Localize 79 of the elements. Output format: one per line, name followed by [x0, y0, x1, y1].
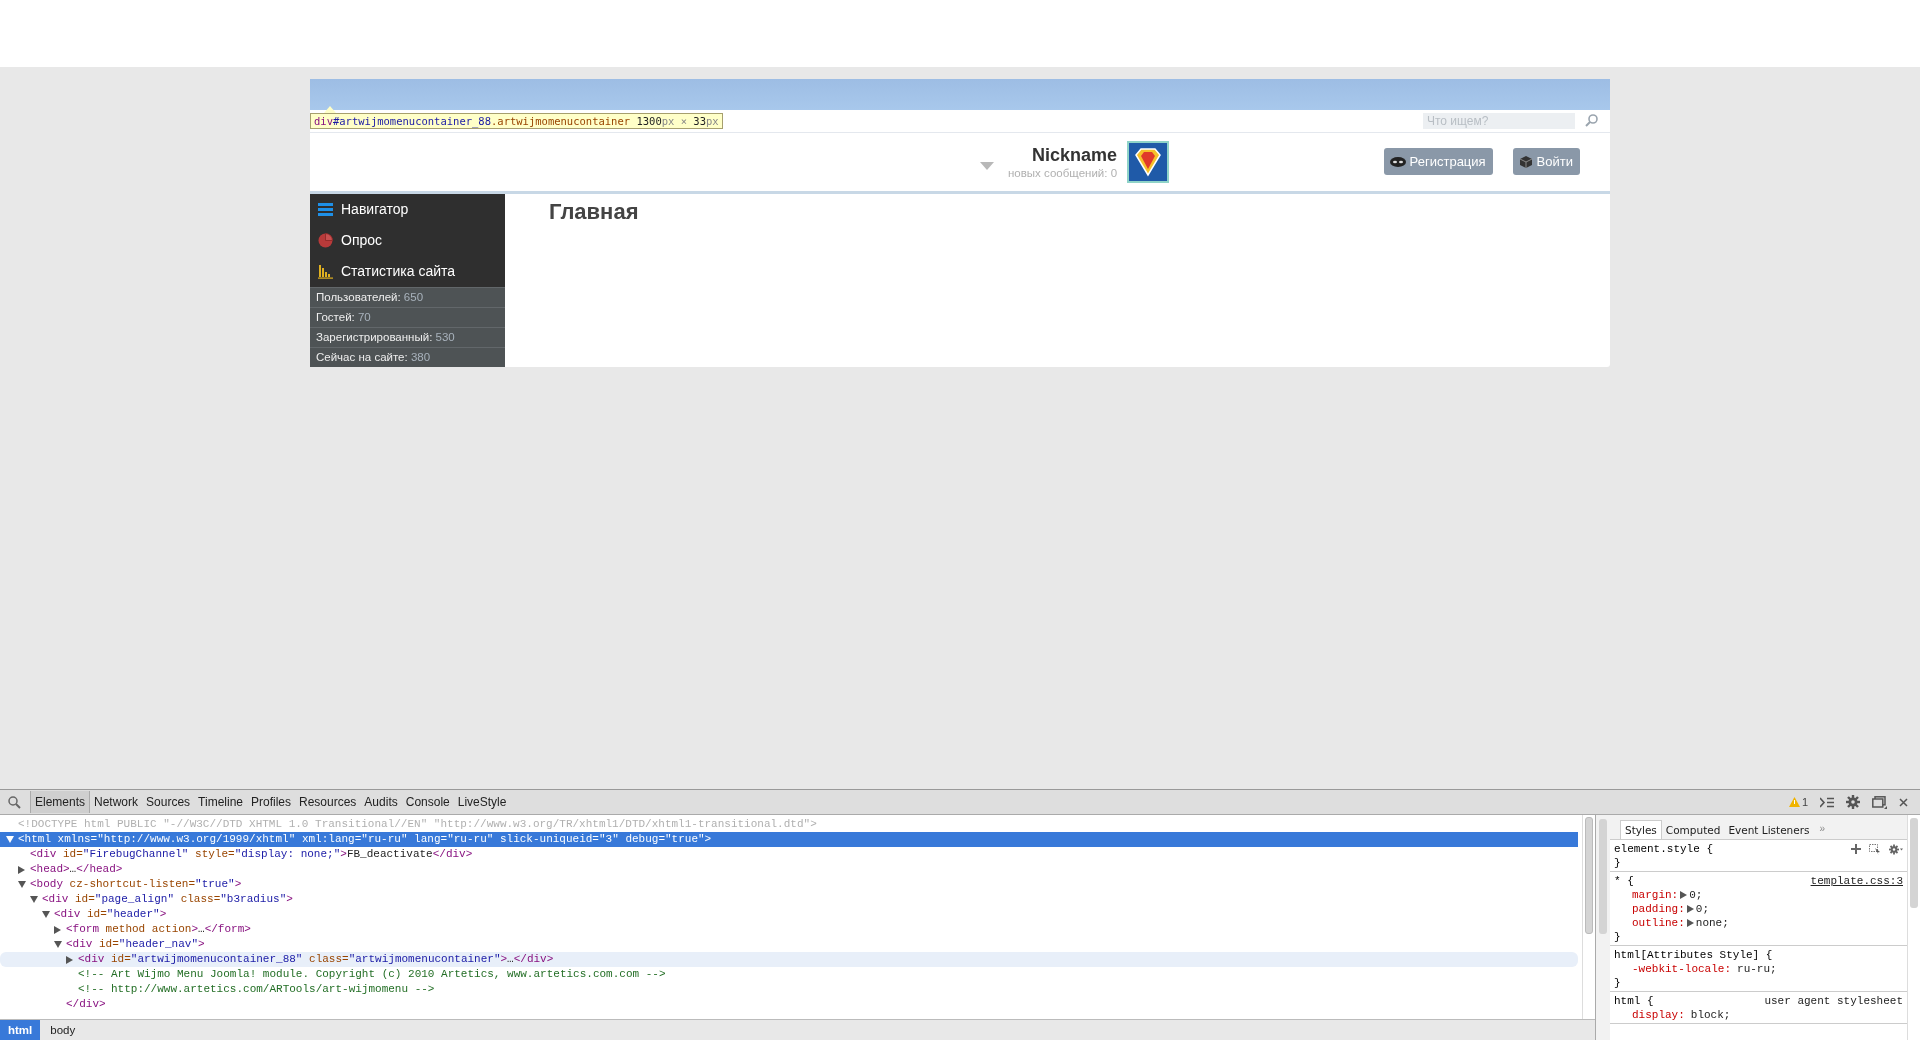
message-count: новых сообщений: 0: [1008, 166, 1118, 179]
css-property-value[interactable]: 0;: [1695, 902, 1709, 917]
code-line[interactable]: <!-- Art Wijmo Menu Joomla! module. Copyright (c) 2010 Artetics, www.artetics.com.com -->: [78, 967, 666, 983]
stat-row: Пользователей: 650: [310, 286, 505, 307]
source-link[interactable]: template.css:3: [1810, 874, 1903, 889]
devtools-tab[interactable]: LiveStyle: [453, 791, 511, 814]
code-line[interactable]: <form method action>…</form>: [66, 922, 251, 938]
settings-icon[interactable]: [1846, 795, 1860, 810]
devtools-tab[interactable]: Sources: [142, 791, 195, 814]
pie-chart-icon: [318, 232, 333, 248]
breadcrumb[interactable]: body: [40, 1020, 86, 1040]
devtools-tab[interactable]: Timeline: [194, 791, 247, 814]
css-brace: }: [1614, 976, 1622, 991]
css-property-value[interactable]: none;: [1695, 916, 1729, 931]
css-property-name[interactable]: padding:: [1632, 902, 1685, 917]
bar-chart-icon: [318, 263, 333, 279]
code-line[interactable]: <div id="header_nav">: [66, 937, 205, 953]
devtools-tab[interactable]: Network: [90, 791, 143, 814]
stat-row: Гостей: 70: [310, 306, 505, 327]
code-line[interactable]: </div>: [66, 997, 106, 1013]
expanded-arrow-icon[interactable]: [54, 941, 62, 949]
collapsed-arrow-icon[interactable]: [54, 925, 61, 934]
box-icon: [1518, 154, 1533, 169]
collapsed-arrow-icon[interactable]: [18, 865, 25, 874]
code-line[interactable]: <div id="header">: [54, 907, 167, 923]
css-selector: element.style {: [1614, 842, 1714, 857]
code-line[interactable]: <div id="page_align" class="b3radius">: [42, 892, 293, 908]
styles-tab[interactable]: Styles: [1620, 820, 1662, 840]
expanded-arrow-icon[interactable]: [18, 881, 26, 889]
source-label: user agent stylesheet: [1764, 994, 1903, 1009]
pick-element-icon[interactable]: [1869, 843, 1881, 855]
expanded-arrow-icon[interactable]: [30, 896, 38, 904]
css-property-name[interactable]: -webkit-locale:: [1632, 962, 1732, 977]
css-property-value[interactable]: 0;: [1689, 888, 1703, 903]
expanded-arrow-icon[interactable]: [6, 836, 14, 844]
username[interactable]: Nickname: [1032, 144, 1118, 166]
search-icon[interactable]: [8, 795, 21, 809]
css-property-name[interactable]: outline:: [1632, 916, 1685, 931]
code-line[interactable]: <body cz-shortcut-listen="true">: [30, 877, 242, 893]
scrollbar-thumb[interactable]: [1599, 819, 1607, 935]
scrollbar-thumb[interactable]: [1585, 817, 1593, 935]
devtools-tab[interactable]: Console: [401, 791, 454, 814]
close-icon[interactable]: [1899, 797, 1908, 807]
styles-tab[interactable]: Event Listeners: [1724, 821, 1814, 840]
dock-icon[interactable]: [1872, 795, 1887, 809]
avatar-icon[interactable]: [1127, 140, 1170, 183]
tooltip-pointer: [324, 105, 336, 113]
console-drawer-icon[interactable]: [1820, 796, 1834, 808]
css-selector: html {: [1614, 994, 1654, 1009]
sidebar-item[interactable]: Статистика сайта: [310, 255, 505, 287]
devtools-tab[interactable]: Audits: [360, 791, 402, 814]
sidebar-item[interactable]: Опрос: [310, 224, 505, 256]
css-brace: }: [1614, 856, 1622, 871]
page-heading: Главная: [549, 198, 640, 225]
code-line[interactable]: <!-- http://www.artetics.com/ARTools/art-wijmomenu -->: [78, 982, 435, 998]
css-selector: * {: [1614, 874, 1634, 889]
css-property-name[interactable]: margin:: [1632, 888, 1679, 903]
code-line[interactable]: <head>…</head>: [30, 862, 123, 878]
collapsed-arrow-icon[interactable]: [66, 955, 73, 964]
stat-row: Сейчас на сайте: 380: [310, 346, 505, 367]
styles-tab[interactable]: Computed: [1661, 821, 1725, 840]
stat-row: Зарегистрированный: 530: [310, 326, 505, 347]
devtools-tab[interactable]: Resources: [295, 791, 361, 814]
sidebar-item[interactable]: Навигатор: [310, 193, 505, 225]
devtools-tab[interactable]: Profiles: [247, 791, 295, 814]
add-icon[interactable]: [1851, 844, 1861, 855]
menu-icon: [318, 201, 333, 217]
css-property-value[interactable]: ru-ru;: [1737, 962, 1777, 977]
settings-icon[interactable]: [1889, 843, 1903, 855]
code-line[interactable]: <div id="FirebugChannel" style="display: none;">FB_deactivate</div>: [30, 847, 473, 863]
css-property-name[interactable]: display:: [1632, 1008, 1685, 1023]
css-property-value[interactable]: block;: [1690, 1008, 1731, 1023]
expanded-arrow-icon[interactable]: [42, 911, 50, 919]
css-selector: html[Attributes Style] {: [1614, 948, 1773, 963]
breadcrumb[interactable]: html: [0, 1020, 41, 1040]
scrollbar-thumb[interactable]: [1910, 818, 1918, 909]
mask-icon: [1389, 156, 1406, 167]
css-brace: }: [1614, 930, 1622, 945]
devtools-tab[interactable]: Elements: [30, 791, 91, 814]
